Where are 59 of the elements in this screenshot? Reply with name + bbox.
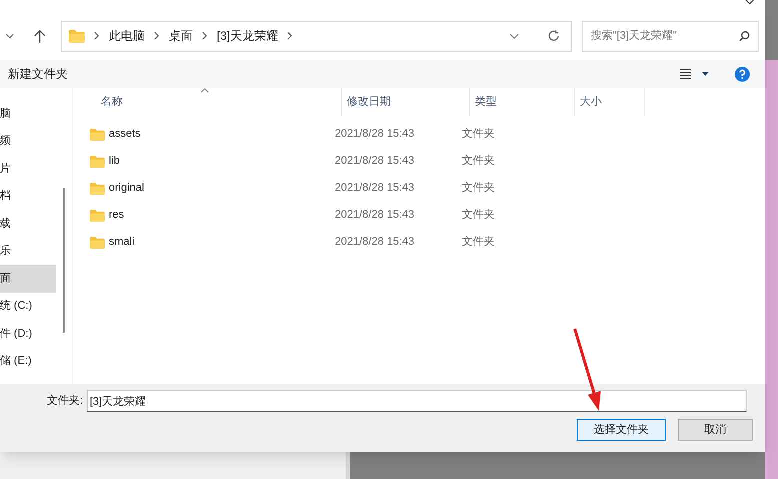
up-arrow-icon[interactable] bbox=[34, 30, 46, 42]
column-header[interactable]: 类型 bbox=[469, 88, 574, 116]
cancel-button[interactable]: 取消 bbox=[678, 419, 753, 441]
caret-icon[interactable] bbox=[702, 72, 709, 76]
folder-icon bbox=[90, 156, 105, 168]
list-view-icon[interactable] bbox=[680, 69, 691, 79]
file-type: 文件夹 bbox=[462, 154, 495, 170]
sidebar-item[interactable]: 片 bbox=[0, 155, 56, 182]
chevron-right-icon bbox=[287, 32, 294, 40]
file-name[interactable]: original bbox=[109, 180, 335, 197]
search-field[interactable]: 搜索"[3]天龙荣耀" bbox=[582, 20, 759, 52]
search-icon[interactable] bbox=[739, 30, 750, 42]
breadcrumb-item[interactable]: 桌面 bbox=[169, 27, 193, 45]
file-type: 文件夹 bbox=[462, 180, 495, 196]
column-header[interactable]: 大小 bbox=[574, 88, 644, 116]
sidebar-item[interactable]: 统 (C:) bbox=[0, 292, 56, 320]
sidebar-item[interactable]: 档 bbox=[0, 182, 56, 210]
address-bar[interactable]: 此电脑 桌面 [3]天龙荣耀 bbox=[61, 20, 572, 52]
file-type: 文件夹 bbox=[462, 234, 495, 250]
breadcrumb-item[interactable]: [3]天龙荣耀 bbox=[217, 27, 278, 45]
sidebar-item[interactable]: 面 bbox=[0, 265, 56, 292]
folder-icon bbox=[90, 210, 105, 222]
file-type: 文件夹 bbox=[462, 126, 495, 142]
modified-date: 2021/8/28 15:43 bbox=[335, 154, 416, 170]
sort-caret-icon bbox=[201, 88, 209, 93]
sidebar-item[interactable]: 储 (E:) bbox=[0, 348, 56, 375]
file-type: 文件夹 bbox=[462, 208, 495, 224]
file-name[interactable]: lib bbox=[109, 153, 335, 170]
file-name[interactable]: smali bbox=[109, 234, 335, 251]
sidebar-item[interactable]: 脑 bbox=[0, 100, 56, 128]
modified-date: 2021/8/28 15:43 bbox=[335, 127, 416, 142]
refresh-icon[interactable] bbox=[548, 30, 560, 42]
chevron-down-icon[interactable] bbox=[6, 34, 14, 38]
column-header[interactable]: 名称 bbox=[101, 88, 341, 116]
folder-label: 文件夹: bbox=[47, 394, 84, 409]
folder-icon bbox=[69, 30, 85, 42]
new-folder-button[interactable]: 新建文件夹 bbox=[8, 65, 68, 83]
sidebar-item[interactable]: 乐 bbox=[0, 238, 56, 265]
help-icon[interactable] bbox=[735, 66, 750, 82]
folder-input[interactable]: [3]天龙荣耀 bbox=[87, 390, 747, 412]
sidebar-item[interactable]: 载 bbox=[0, 210, 56, 238]
folder-icon bbox=[90, 236, 105, 248]
sidebar-item[interactable]: 频 bbox=[0, 128, 56, 155]
file-name[interactable]: assets bbox=[109, 126, 335, 143]
modified-date: 2021/8/28 15:43 bbox=[335, 208, 416, 224]
folder-icon bbox=[90, 182, 105, 194]
sidebar-item[interactable]: 件 (D:) bbox=[0, 320, 56, 348]
chevron-right-icon bbox=[202, 32, 208, 40]
chevron-down-icon[interactable] bbox=[510, 34, 519, 38]
modified-date: 2021/8/28 15:43 bbox=[335, 235, 416, 250]
column-header[interactable]: 修改日期 bbox=[341, 88, 469, 116]
folder-icon bbox=[90, 128, 105, 140]
chevron-right-icon bbox=[154, 32, 160, 40]
file-name[interactable]: res bbox=[109, 207, 335, 224]
chevron-right-icon bbox=[94, 32, 100, 40]
modified-date: 2021/8/28 15:43 bbox=[335, 181, 416, 196]
breadcrumb-item[interactable]: 此电脑 bbox=[109, 27, 145, 45]
scrollbar[interactable] bbox=[63, 188, 65, 333]
select-folder-button[interactable]: 选择文件夹 bbox=[577, 419, 666, 441]
